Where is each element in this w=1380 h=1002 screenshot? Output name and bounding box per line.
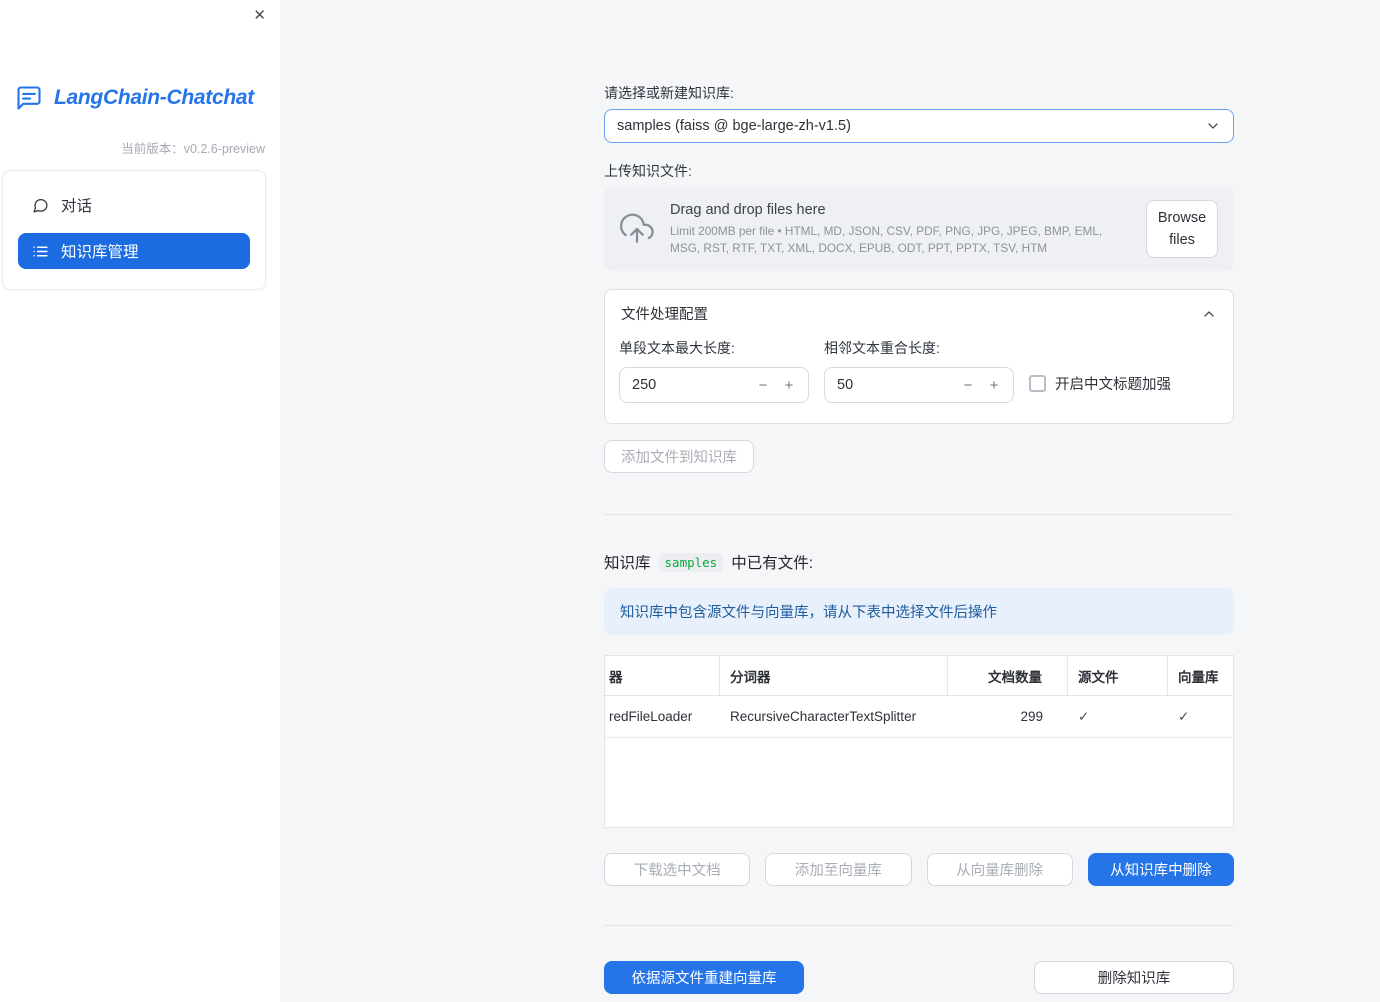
cell-vector-store-check: ✓	[1178, 708, 1190, 724]
chat-bubble-icon	[32, 197, 49, 214]
overlap-increment-button[interactable]: +	[981, 377, 1007, 394]
divider	[604, 925, 1234, 926]
sidebar-close-button[interactable]: ✕	[253, 6, 266, 24]
table-header-row: 器 分词器 文档数量 源文件 向量库	[605, 656, 1233, 696]
zh-title-enhance-label: 开启中文标题加强	[1055, 376, 1171, 393]
kb-line-suffix: 中已有文件:	[731, 555, 814, 572]
file-config-expander: 文件处理配置 单段文本最大长度: 250 − + 相邻文本重合长度: 50 − …	[604, 289, 1234, 424]
max-length-input[interactable]: 250 − +	[619, 367, 809, 403]
version-label: 当前版本：	[121, 142, 184, 156]
sidebar-menu: 对话 知识库管理	[2, 170, 266, 290]
zh-title-enhance-checkbox[interactable]	[1029, 374, 1046, 392]
max-length-decrement-button[interactable]: −	[750, 377, 776, 394]
delete-from-vectorstore-button[interactable]: 从向量库删除	[926, 853, 1073, 886]
delete-kb-button[interactable]: 删除知识库	[1034, 961, 1234, 994]
overlap-input[interactable]: 50 − +	[824, 367, 1014, 403]
add-to-vectorstore-button[interactable]: 添加至向量库	[765, 853, 912, 886]
expander-header[interactable]: 文件处理配置	[605, 290, 1233, 332]
cell-doc-count: 299	[1020, 709, 1043, 724]
kb-select-label: 请选择或新建知识库:	[604, 85, 734, 101]
max-length-label: 单段文本最大长度:	[619, 340, 735, 356]
dropzone-text: Drag and drop files here Limit 200MB per…	[670, 202, 1130, 256]
langchain-chatchat-logo-icon	[12, 84, 46, 112]
logo-text: LangChain-Chatchat	[54, 86, 254, 109]
upload-label: 上传知识文件:	[604, 163, 692, 179]
overlap-field: 相邻文本重合长度: 50 − +	[824, 338, 1014, 403]
rebuild-vectorstore-button[interactable]: 依据源文件重建向量库	[604, 961, 804, 994]
kb-name-code: samples	[658, 552, 724, 572]
table-row[interactable]: redFileLoader RecursiveCharacterTextSpli…	[605, 696, 1233, 738]
files-table: 器 分词器 文档数量 源文件 向量库 redFileLoader Recursi…	[604, 655, 1234, 828]
dropzone-limit: Limit 200MB per file • HTML, MD, JSON, C…	[670, 223, 1103, 255]
divider	[604, 514, 1234, 515]
add-files-to-kb-button[interactable]: 添加文件到知识库	[604, 440, 754, 473]
file-dropzone[interactable]: Drag and drop files here Limit 200MB per…	[604, 187, 1234, 271]
kb-line-prefix: 知识库	[604, 555, 651, 572]
table-header-source-file: 源文件	[1068, 656, 1168, 695]
sidebar-item-label: 对话	[61, 198, 93, 215]
sidebar: ✕ LangChain-Chatchat 当前版本：v0.2.6-preview…	[0, 0, 280, 1002]
list-icon	[32, 243, 49, 260]
chevron-up-icon	[1201, 306, 1217, 322]
dropzone-title: Drag and drop files here	[670, 201, 826, 218]
cell-splitter: RecursiveCharacterTextSplitter	[730, 709, 917, 724]
overlap-label: 相邻文本重合长度:	[824, 340, 940, 356]
table-header-splitter: 分词器	[720, 656, 948, 695]
table-header-vector-store: 向量库	[1178, 669, 1219, 685]
browse-files-button[interactable]: Browse files	[1146, 199, 1218, 259]
table-header-loader: 器	[605, 656, 720, 695]
existing-files-heading: 知识库 samples 中已有文件:	[604, 551, 1234, 573]
logo: LangChain-Chatchat	[12, 84, 254, 112]
cell-source-file-check: ✓	[1078, 708, 1090, 724]
sidebar-item-dialogue[interactable]: 对话	[18, 187, 250, 223]
version-text: 当前版本：v0.2.6-preview	[121, 138, 265, 157]
kb-select[interactable]: samples (faiss @ bge-large-zh-v1.5)	[604, 109, 1234, 143]
sidebar-item-label: 知识库管理	[61, 244, 139, 261]
info-banner: 知识库中包含源文件与向量库，请从下表中选择文件后操作	[604, 588, 1234, 635]
overlap-value: 50	[837, 377, 854, 393]
overlap-decrement-button[interactable]: −	[955, 377, 981, 394]
cloud-upload-icon	[620, 212, 654, 246]
kb-select-value: samples (faiss @ bge-large-zh-v1.5)	[617, 118, 851, 134]
chevron-down-icon	[1205, 118, 1221, 134]
version-value: v0.2.6-preview	[183, 142, 265, 156]
expander-body: 单段文本最大长度: 250 − + 相邻文本重合长度: 50 − + 开启中文标…	[605, 332, 1233, 423]
max-length-value: 250	[632, 377, 657, 393]
table-header-doc-count: 文档数量	[948, 656, 1068, 695]
file-action-buttons: 下载选中文档 添加至向量库 从向量库删除 从知识库中删除	[604, 853, 1234, 886]
cell-loader: redFileLoader	[609, 709, 693, 724]
main-content: 请选择或新建知识库: samples (faiss @ bge-large-zh…	[604, 0, 1234, 994]
max-length-field: 单段文本最大长度: 250 − +	[619, 338, 809, 403]
sidebar-item-kb-management[interactable]: 知识库管理	[18, 233, 250, 269]
expander-title: 文件处理配置	[621, 307, 708, 323]
download-selected-button[interactable]: 下载选中文档	[604, 853, 751, 886]
max-length-increment-button[interactable]: +	[776, 377, 802, 394]
zh-title-enhance-field: 开启中文标题加强	[1029, 365, 1219, 401]
kb-bottom-buttons: 依据源文件重建向量库 删除知识库	[604, 961, 1234, 994]
delete-from-kb-button[interactable]: 从知识库中删除	[1087, 853, 1234, 886]
